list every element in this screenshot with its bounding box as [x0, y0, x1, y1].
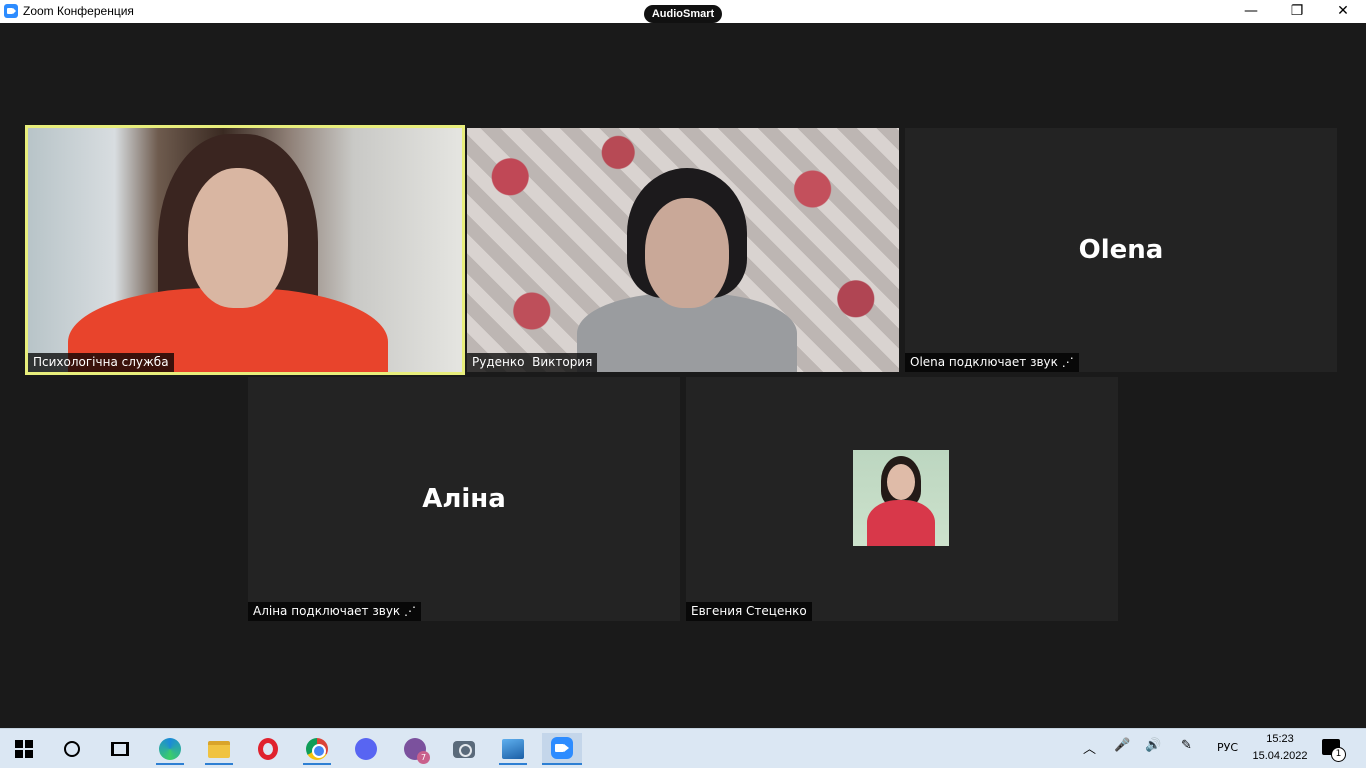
- video-gallery: Психологічна служба Руденко Виктория Ole…: [0, 23, 1366, 728]
- chrome-icon: [306, 738, 328, 760]
- camera-icon: [453, 740, 475, 758]
- search-button[interactable]: [52, 733, 92, 765]
- clock-time: 15:23: [1266, 733, 1294, 745]
- participant-tile-5[interactable]: Евгения Стеценко: [686, 377, 1118, 621]
- participant-tile-4[interactable]: Аліна Аліна подключает звук ⋰: [248, 377, 680, 621]
- participant-tile-3[interactable]: Olena Olena подключает звук ⋰: [905, 128, 1337, 372]
- participant-tile-2[interactable]: Руденко Виктория: [467, 128, 899, 372]
- zoom-icon: [551, 737, 573, 759]
- participant-avatar: [853, 450, 949, 546]
- tray-microphone-icon[interactable]: 🎤: [1114, 738, 1130, 753]
- taskbar-photos[interactable]: [493, 733, 533, 765]
- participant-name-label: Аліна подключает звук ⋰: [248, 602, 421, 621]
- taskbar-opera[interactable]: [248, 733, 288, 765]
- minimize-button[interactable]: —: [1228, 0, 1274, 23]
- participant-video-feed: [645, 198, 729, 308]
- taskbar-discord[interactable]: [346, 733, 386, 765]
- task-view-icon: [111, 742, 129, 756]
- file-explorer-icon: [208, 740, 230, 758]
- tray-chevron-icon[interactable]: ︿: [1083, 738, 1096, 757]
- participant-display-name: Аліна: [422, 484, 506, 514]
- avatar-image-part: [887, 464, 915, 500]
- notification-count-badge: 1: [1331, 747, 1346, 762]
- participant-video-feed: [188, 168, 288, 308]
- participant-name-label: Евгения Стеценко: [686, 602, 812, 621]
- tray-pen-icon[interactable]: ✎: [1181, 738, 1192, 753]
- tray-language-indicator[interactable]: РУС: [1217, 741, 1238, 754]
- search-icon: [64, 741, 80, 757]
- taskbar-zoom[interactable]: [542, 733, 582, 765]
- discord-icon: [355, 738, 377, 760]
- zoom-app-icon: [4, 4, 18, 18]
- taskbar-viber[interactable]: 7: [395, 733, 435, 765]
- windows-start-icon: [15, 740, 33, 758]
- participant-name-label: Психологічна служба: [28, 353, 174, 372]
- close-button[interactable]: ✕: [1320, 0, 1366, 23]
- taskbar-edge[interactable]: [150, 733, 190, 765]
- taskbar-camera[interactable]: [444, 733, 484, 765]
- participant-display-name: Olena: [1078, 235, 1164, 265]
- edge-icon: [159, 738, 181, 760]
- viber-unread-badge: 7: [417, 751, 430, 764]
- participant-name-label: Руденко Виктория: [467, 353, 598, 372]
- clock-date: 15.04.2022: [1252, 750, 1308, 762]
- taskbar-chrome[interactable]: [297, 733, 337, 765]
- task-view-button[interactable]: [100, 733, 140, 765]
- opera-icon: [258, 738, 278, 760]
- audiosmart-badge[interactable]: AudioSmart: [644, 5, 722, 23]
- tray-volume-icon[interactable]: 🔊: [1145, 738, 1161, 753]
- maximize-button[interactable]: ❐: [1274, 0, 1320, 23]
- photos-icon: [502, 739, 524, 759]
- viber-icon: 7: [404, 738, 430, 764]
- avatar-image-part: [867, 500, 935, 546]
- windows-start-button[interactable]: [4, 733, 44, 765]
- participant-name-label: Olena подключает звук ⋰: [905, 353, 1079, 372]
- taskbar-clock[interactable]: 15:23 15.04.2022: [1250, 731, 1310, 765]
- taskbar-file-explorer[interactable]: [199, 733, 239, 765]
- window-title: Zoom Конференция: [23, 4, 134, 18]
- participant-tile-1[interactable]: Психологічна служба: [25, 125, 465, 375]
